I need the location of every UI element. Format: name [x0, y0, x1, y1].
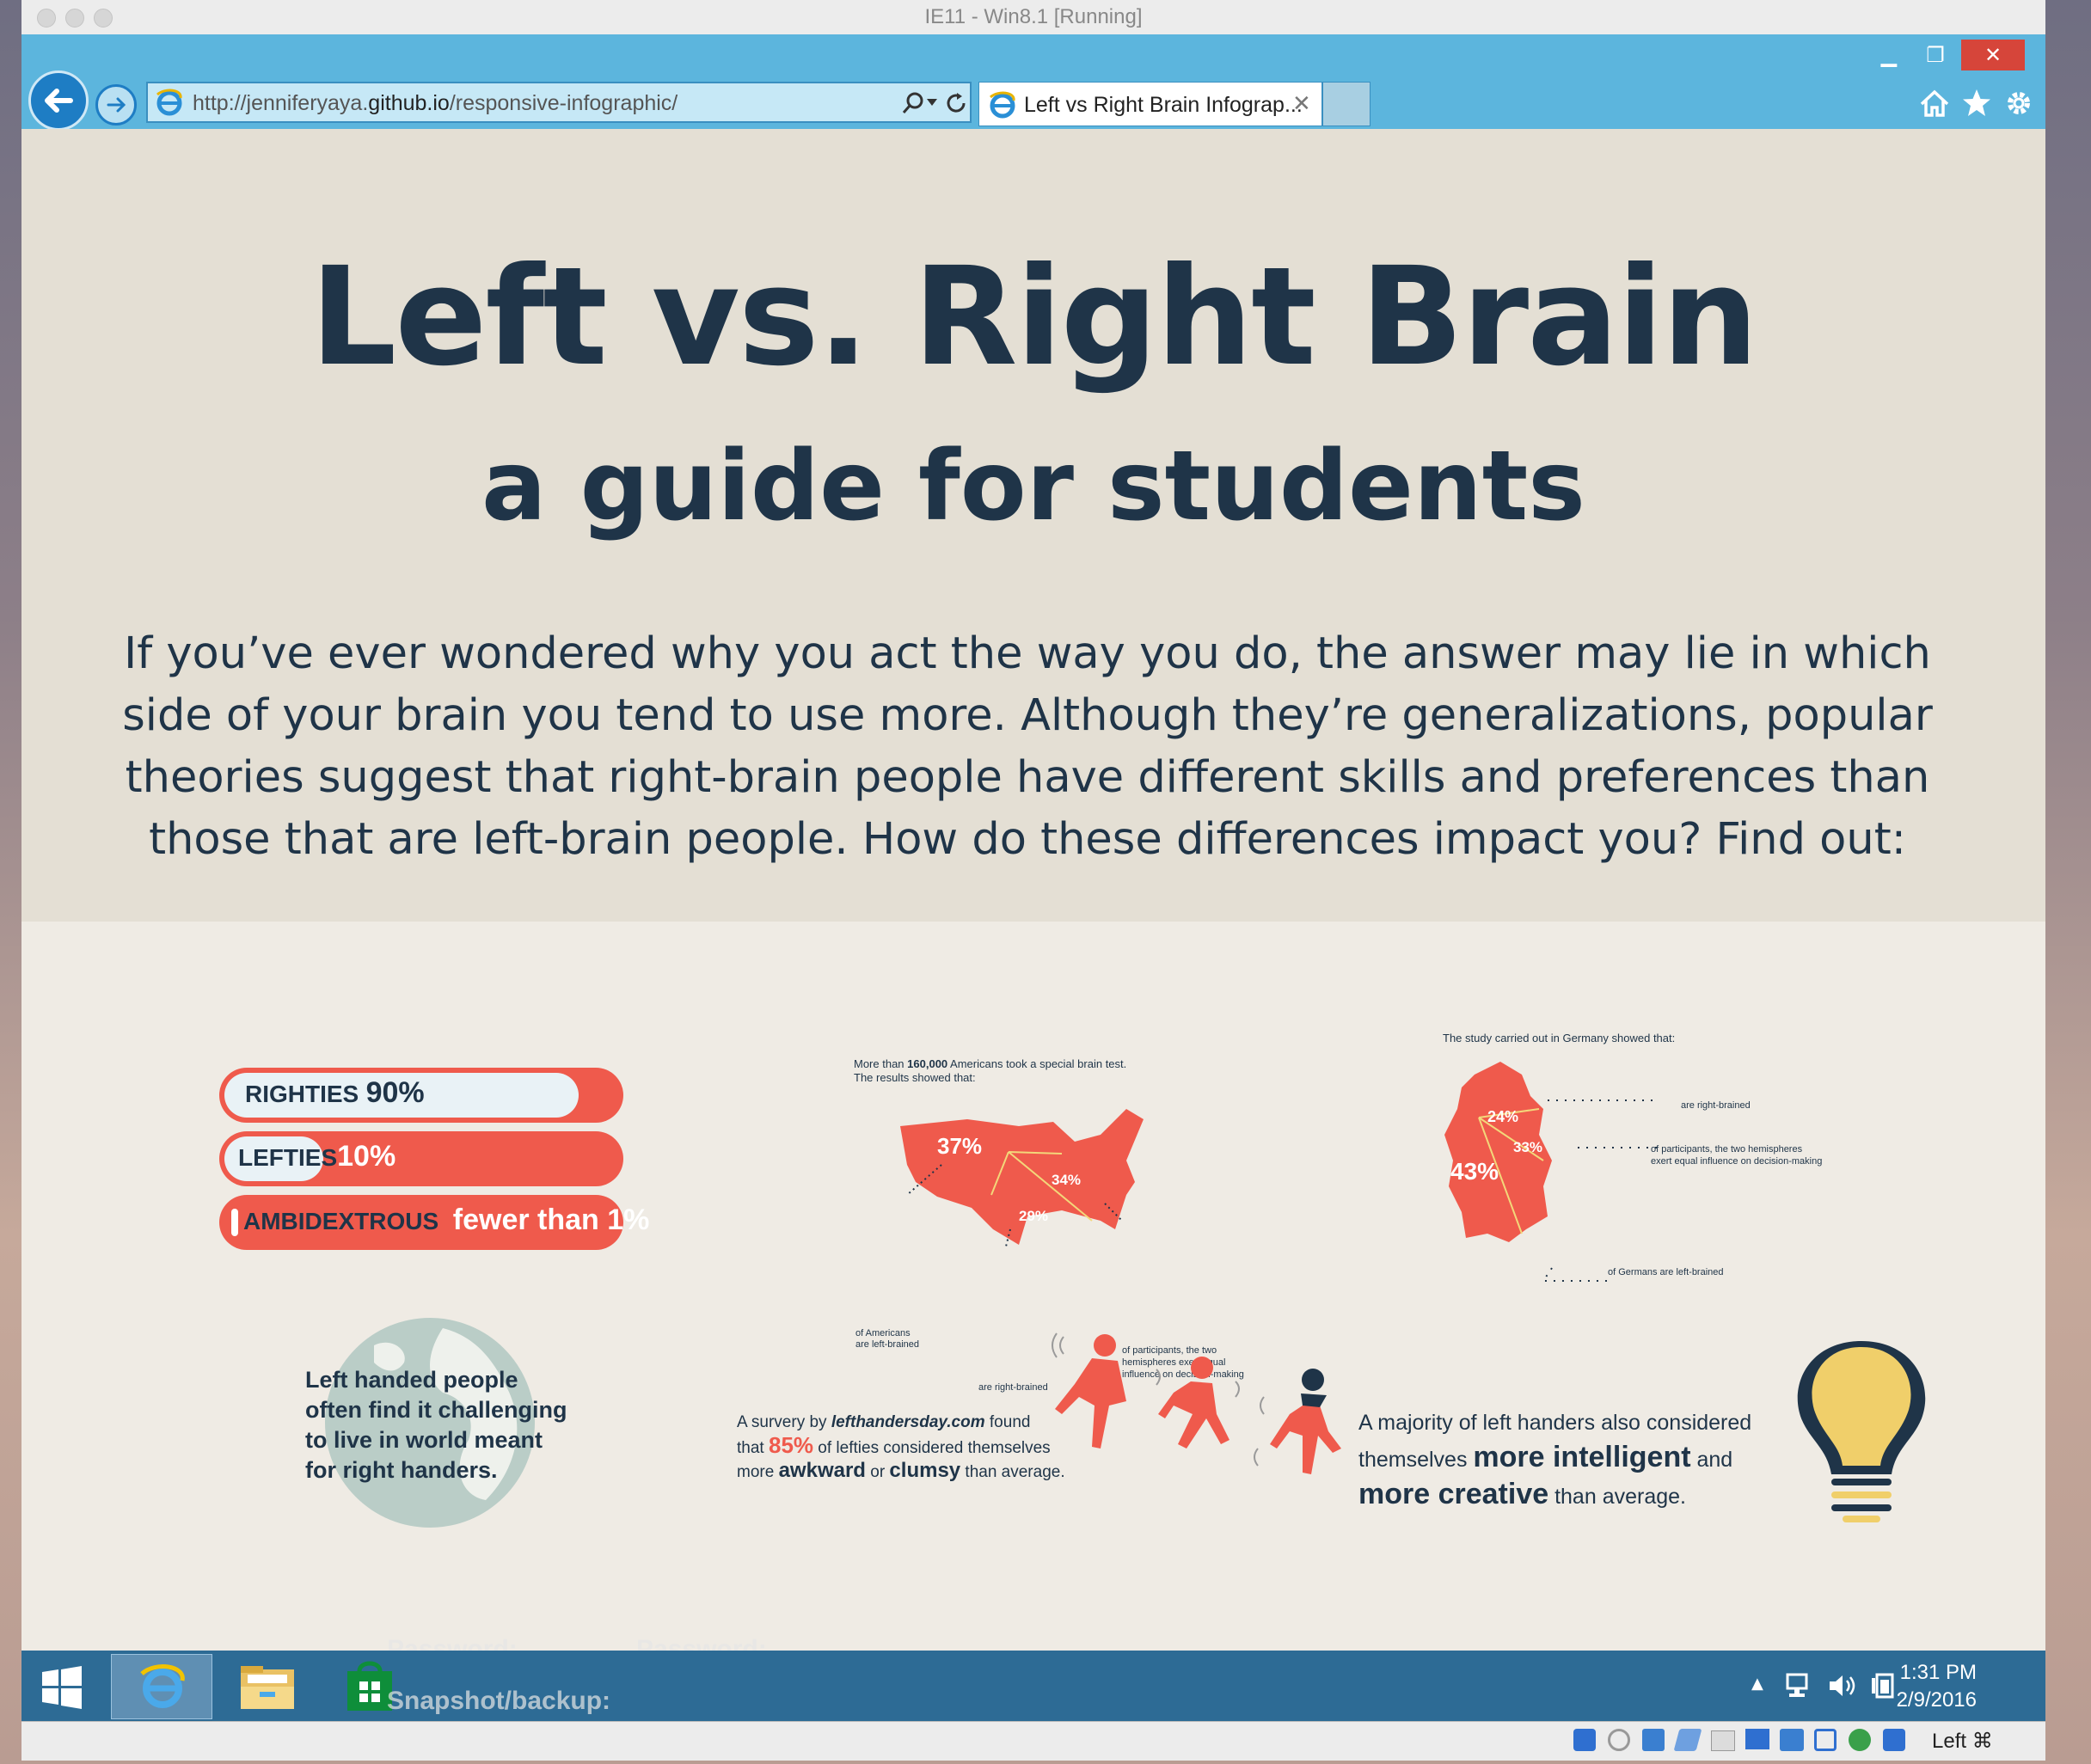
vm-capture-icon[interactable] [1814, 1729, 1837, 1751]
file-explorer-icon[interactable] [239, 1663, 296, 1711]
germany-equal-label: of participants, the two hemispheres exer… [1651, 1144, 1823, 1167]
usa-intro: More than 160,000 Americans took a speci… [854, 1057, 1127, 1084]
falling-people-illustration [1052, 1332, 1341, 1474]
host-key-label: Left ⌘ [1932, 1730, 1993, 1753]
germany-intro: The study carried out in Germany showed … [1443, 1032, 1676, 1044]
ie-tab-icon [990, 91, 1015, 119]
germany-map: 24% 33% 43% [1444, 1062, 1552, 1242]
window-close-button[interactable]: ✕ [1961, 40, 2025, 70]
taskbar-ie-button[interactable] [111, 1654, 212, 1719]
taskbar-clock-date[interactable]: 2/9/2016 [1897, 1688, 1977, 1712]
settings-gear-icon[interactable] [2002, 86, 2036, 120]
lefties-text: LEFTIES10% [238, 1140, 396, 1173]
intro-line: If you’ve ever wondered why you act the … [124, 628, 1931, 679]
ambidextrous-text: AMBIDEXTROUS fewer than 1% [243, 1204, 650, 1236]
righties-text: RIGHTIES 90% [245, 1076, 425, 1109]
address-bar[interactable]: http://jenniferyaya.github.io/responsive… [146, 82, 972, 123]
usa-left-label: of Americans are left-brained [855, 1328, 919, 1350]
righties-bar: RIGHTIES 90% [219, 1068, 623, 1123]
forward-button[interactable] [95, 84, 137, 126]
network-icon[interactable] [1784, 1671, 1813, 1700]
taskbar-clock-time[interactable]: 1:31 PM [1900, 1661, 1977, 1685]
vm-shared-folder-icon[interactable] [1711, 1730, 1735, 1751]
home-icon[interactable] [1917, 86, 1952, 120]
vm-edit-icon[interactable] [1673, 1729, 1702, 1751]
germany-pct-right: 24% [1487, 1108, 1518, 1125]
favorites-star-icon[interactable] [1959, 86, 1994, 120]
page-subtitle: a guide for students [481, 431, 1585, 542]
back-arrow-icon [45, 89, 73, 113]
usa-pct-right: 29% [1019, 1208, 1048, 1224]
lefties-bar: LEFTIES10% [219, 1131, 623, 1186]
close-tab-icon[interactable]: ✕ [1292, 91, 1311, 117]
usa-pct-equal: 34% [1052, 1172, 1081, 1188]
usa-map: 37% 34% 29% [900, 1109, 1144, 1246]
vm-network-adapter-icon[interactable] [1780, 1729, 1804, 1751]
page-title: Left vs. Right Brain [310, 238, 1759, 396]
intro-line: theories suggest that right-brain people… [125, 752, 1930, 803]
refresh-icon[interactable] [943, 90, 969, 116]
volume-icon[interactable] [1827, 1671, 1858, 1700]
intro-line: side of your brain you tend to use more.… [122, 690, 1933, 741]
chevron-down-icon[interactable] [926, 97, 938, 107]
lightbulb-icon [1797, 1341, 1926, 1522]
ghost-password-label: Password: [636, 1635, 767, 1651]
windows-start-icon[interactable] [40, 1666, 83, 1709]
ghost-password-label: Password: [387, 1635, 518, 1651]
vm-hard-disk-icon[interactable] [1642, 1729, 1665, 1751]
new-tab-button[interactable] [1322, 82, 1370, 126]
vm-status-bar: Left ⌘ [21, 1721, 2045, 1761]
url-text[interactable]: http://jenniferyaya.github.io/responsive… [193, 91, 678, 116]
ghost-snapshot-label: Snapshot/backup: [387, 1687, 611, 1715]
ambidextrous-bar: AMBIDEXTROUS fewer than 1% [219, 1195, 649, 1250]
forward-arrow-icon [107, 97, 126, 113]
germany-pct-equal: 33% [1513, 1139, 1542, 1155]
germany-pct-left: 43% [1450, 1158, 1499, 1185]
globe-caption: Left handed people often find it challeng… [305, 1367, 567, 1483]
germany-left-label: of Germans are left-brained [1608, 1267, 1724, 1277]
back-button[interactable] [28, 70, 89, 131]
hero-section: Left vs. Right Brain a guide for student… [21, 129, 2045, 922]
usa-right-label: are right-brained [978, 1382, 1048, 1393]
vm-window-title: IE11 - Win8.1 [Running] [924, 5, 1143, 28]
germany-right-label: are right-brained [1681, 1100, 1751, 1111]
vm-usb-icon[interactable] [1573, 1729, 1596, 1751]
show-hidden-icons-chevron-icon[interactable]: ▲ [1751, 1675, 1763, 1693]
restore-button[interactable]: ❐ [1908, 40, 1963, 70]
vm-download-icon[interactable] [1883, 1729, 1905, 1751]
vm-optical-drive-icon[interactable] [1608, 1729, 1630, 1751]
ie-page-icon [156, 89, 182, 116]
ie-toolbar: ▁ ❐ ✕ http://jenniferyaya.github.io/resp… [21, 34, 2045, 131]
vm-guest-additions-icon[interactable] [1849, 1729, 1871, 1751]
usa-pct-left: 37% [937, 1133, 982, 1159]
search-icon[interactable] [900, 90, 926, 116]
web-page: Left vs. Right Brain a guide for student… [21, 129, 2045, 1651]
vm-window-titlebar: IE11 - Win8.1 [Running] [21, 0, 2045, 35]
ambidextrous-bar-fill [231, 1209, 238, 1236]
survey-text: A survery by lefthandersday.com found th… [737, 1413, 1065, 1482]
intro-paragraph: If you’ve ever wondered why you act the … [90, 623, 1965, 871]
tab-active[interactable]: Left vs Right Brain Infograp... ✕ [978, 82, 1322, 126]
majority-text: A majority of left handers also consider… [1358, 1411, 1752, 1510]
windows-taskbar: Snapshot/backup: ▲ 1:31 PM 2/9/2016 [21, 1651, 2045, 1721]
tab-title: Left vs Right Brain Infograp... [1024, 93, 1303, 117]
vm-display-icon[interactable] [1745, 1729, 1769, 1749]
internet-explorer-icon [140, 1664, 185, 1708]
intro-line: those that are left-brain people. How do… [149, 814, 1906, 865]
